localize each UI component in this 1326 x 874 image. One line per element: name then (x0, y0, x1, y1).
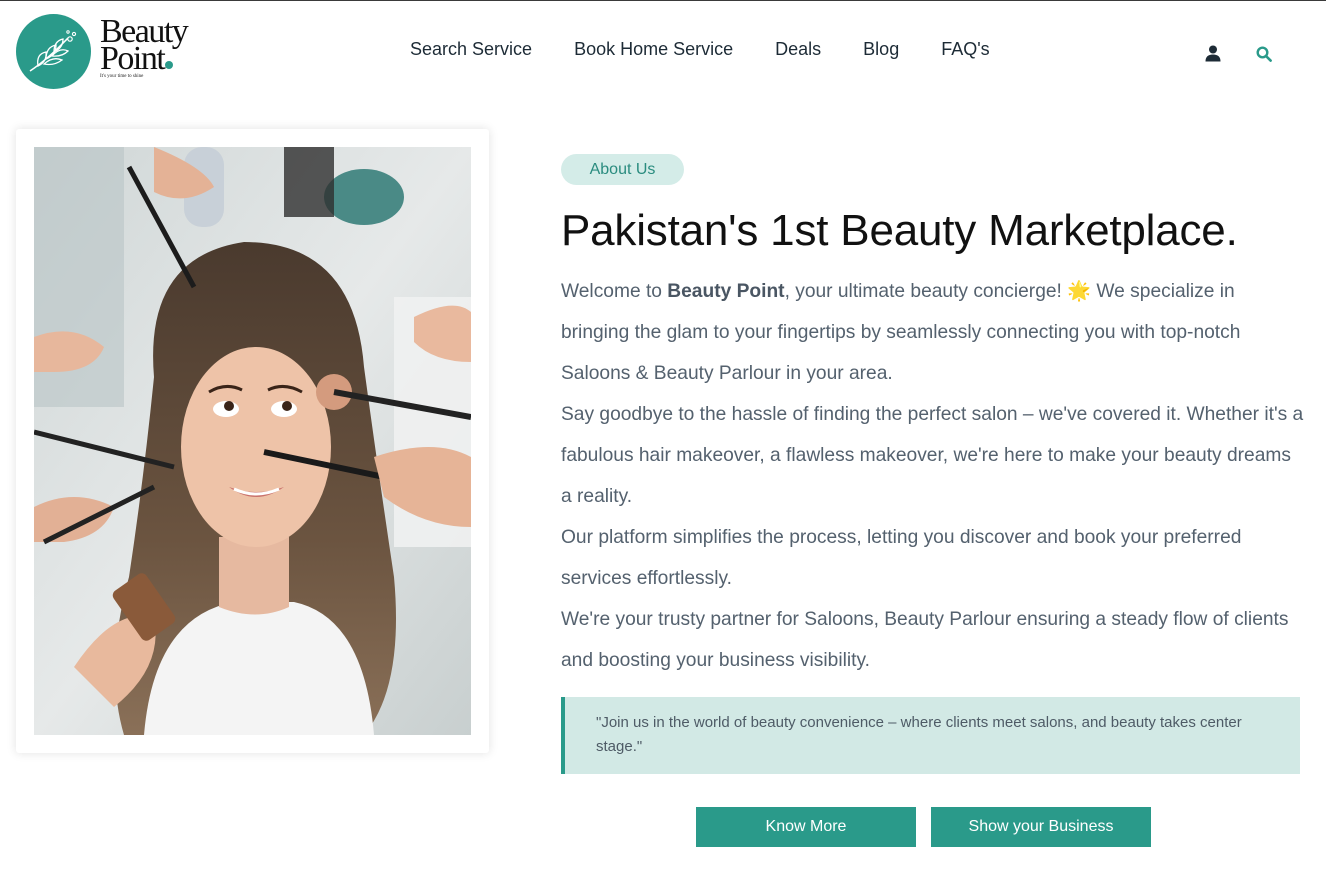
logo-leaf-icon (16, 14, 91, 89)
site-header: Beauty Point It's your time to shine Sea… (0, 1, 1326, 101)
about-paragraph-2: Say goodbye to the hassle of finding the… (561, 404, 1304, 507)
nav-deals[interactable]: Deals (775, 39, 821, 60)
main-nav: Search Service Book Home Service Deals B… (410, 39, 1032, 60)
page-title: Pakistan's 1st Beauty Marketplace. (561, 206, 1238, 255)
brand-logo[interactable]: Beauty Point It's your time to shine (16, 14, 189, 89)
p1-brand: Beauty Point (667, 281, 785, 302)
logo-dot-icon (165, 61, 174, 69)
logo-word-point-row: Point (100, 42, 210, 76)
p1-intro: Welcome to (561, 281, 668, 302)
about-paragraph-1: Welcome to Beauty Point, your ultimate b… (561, 271, 1306, 394)
quote-text: "Join us in the world of beauty convenie… (596, 714, 1242, 755)
show-business-button[interactable]: Show your Business (931, 807, 1151, 847)
logo-wordmark: Beauty Point It's your time to shine (100, 15, 210, 80)
about-paragraph-4: We're your trusty partner for Saloons, B… (561, 609, 1289, 671)
nav-blog[interactable]: Blog (863, 39, 899, 60)
nav-book-home-service[interactable]: Book Home Service (574, 39, 733, 60)
logo-word-point: Point (100, 40, 166, 77)
about-us-badge: About Us (561, 154, 684, 185)
user-icon[interactable] (1205, 45, 1221, 62)
nav-search-service[interactable]: Search Service (410, 39, 532, 60)
search-icon[interactable] (1256, 46, 1272, 62)
know-more-button[interactable]: Know More (696, 807, 916, 847)
about-body: Welcome to Beauty Point, your ultimate b… (561, 271, 1306, 681)
nav-faqs[interactable]: FAQ's (941, 39, 989, 60)
about-paragraph-3: Our platform simplifies the process, let… (561, 527, 1242, 589)
photo-card (16, 129, 489, 753)
woman-makeover-photo (34, 147, 471, 735)
quote-block: "Join us in the world of beauty convenie… (561, 697, 1300, 774)
